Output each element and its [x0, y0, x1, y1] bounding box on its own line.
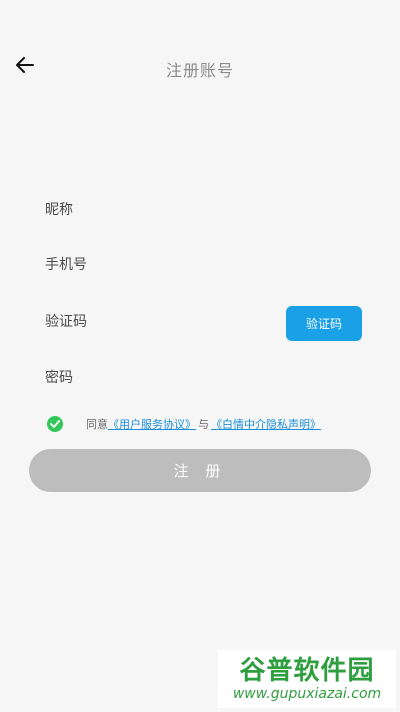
agreement-connector: 与: [198, 418, 209, 431]
privacy-policy-link[interactable]: 《白情中介隐私声明》: [211, 416, 321, 432]
password-field: [30, 355, 370, 401]
register-page: 注册账号 验证码 同意 《用户服务协议》 与 《白情中介隐私声明》 注 册 谷普…: [0, 0, 400, 712]
phone-input[interactable]: [30, 242, 370, 288]
watermark-logo: 谷普软件园 www.gupuxiazai.com: [218, 650, 396, 708]
page-title: 注册账号: [165, 61, 234, 80]
service-agreement-link[interactable]: 《用户服务协议》: [108, 416, 196, 432]
watermark-title: 谷普软件园: [239, 656, 375, 686]
password-input[interactable]: [30, 355, 370, 401]
verification-code-field: [30, 299, 245, 345]
nickname-field: [30, 187, 370, 233]
phone-field: [30, 242, 370, 288]
checkmark-icon: [50, 420, 60, 428]
agreement-row: 同意 《用户服务协议》 与 《白情中介隐私声明》: [47, 415, 321, 433]
watermark-url: www.gupuxiazai.com: [232, 686, 382, 702]
verification-code-input[interactable]: [30, 299, 245, 345]
agreement-checkbox[interactable]: [47, 416, 63, 432]
agreement-prefix: 同意: [86, 418, 108, 431]
register-button[interactable]: 注 册: [29, 449, 371, 492]
get-code-button[interactable]: 验证码: [286, 306, 362, 341]
nickname-input[interactable]: [30, 187, 370, 233]
